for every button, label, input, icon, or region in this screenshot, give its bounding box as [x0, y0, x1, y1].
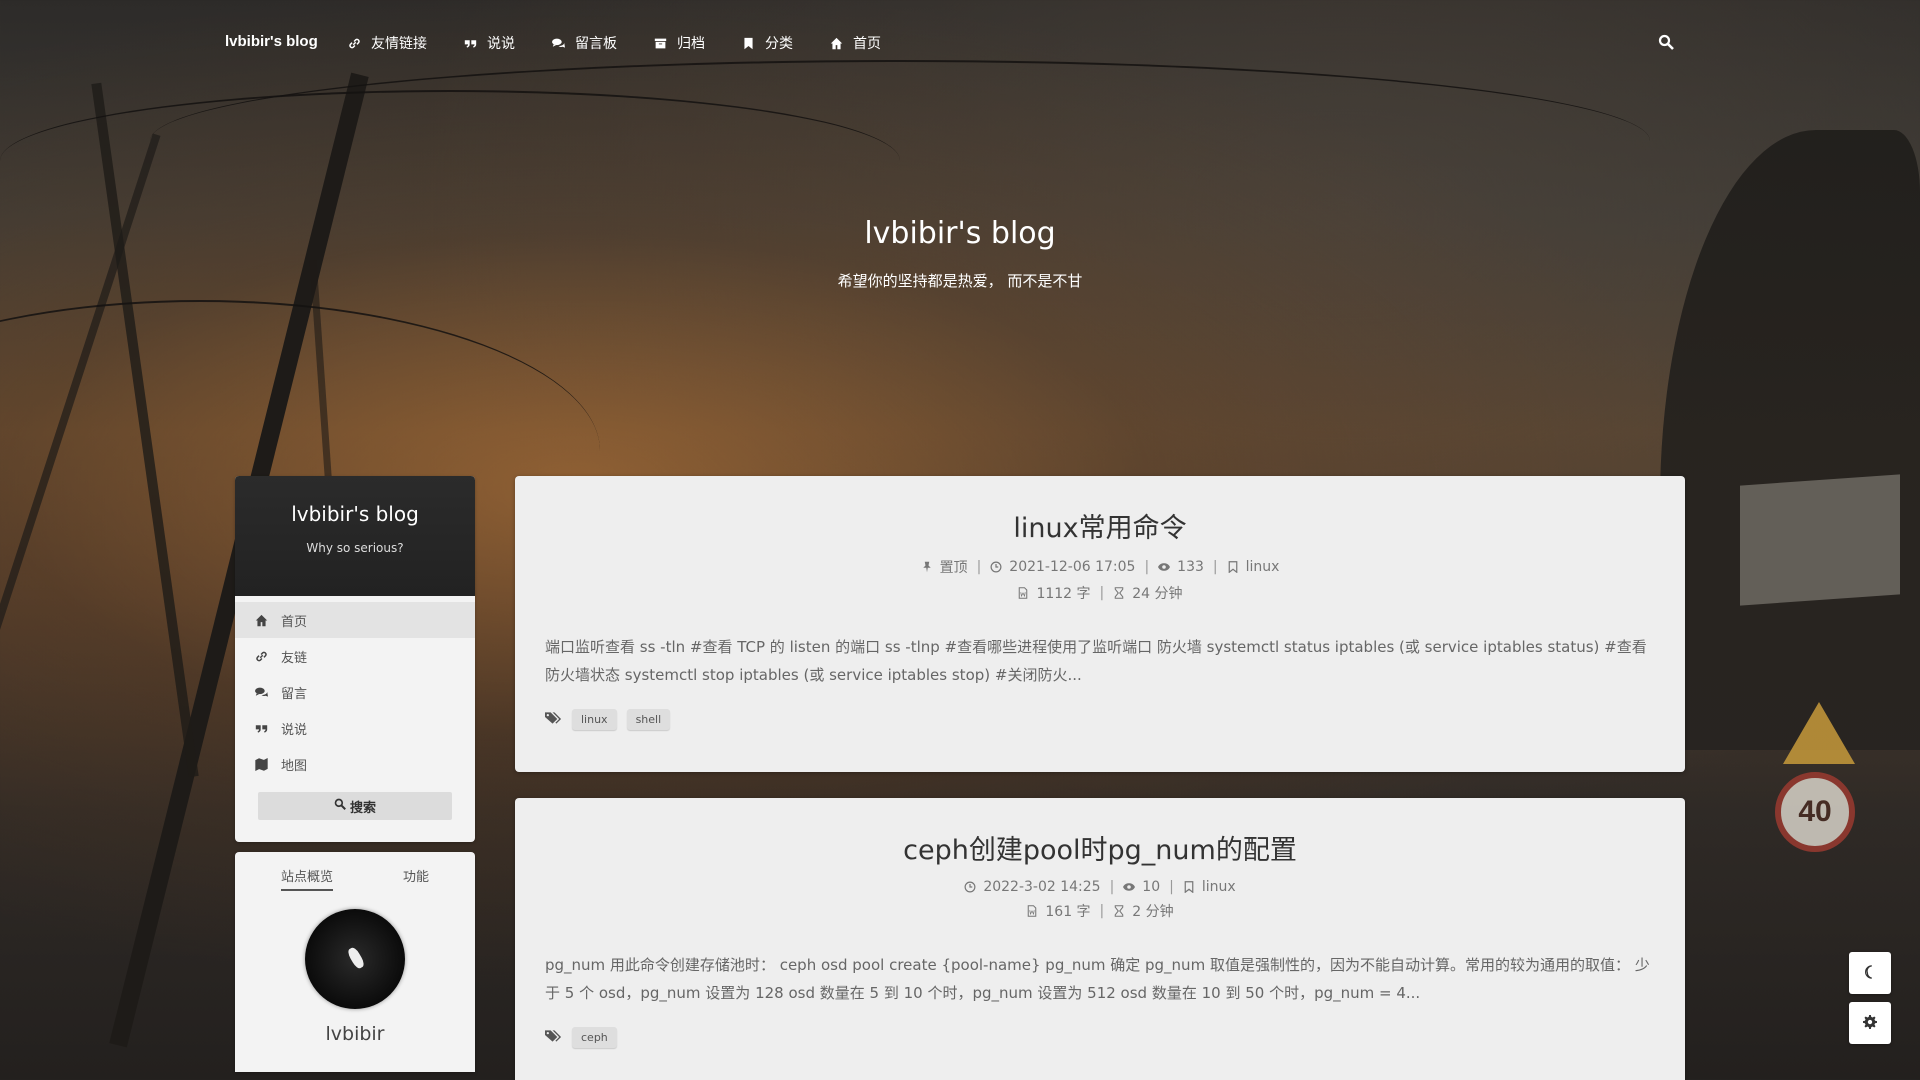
home-icon — [255, 613, 269, 627]
link-icon — [347, 36, 361, 50]
bookmark-icon — [741, 36, 755, 50]
sidebar-item-label: 友链 — [281, 650, 308, 666]
post-views: 10 — [1142, 879, 1161, 895]
hourglass-icon — [1113, 586, 1127, 600]
nav-link-label: 说说 — [487, 36, 515, 52]
search-icon — [1658, 34, 1674, 54]
post-views: 133 — [1177, 559, 1204, 575]
gear-icon — [1863, 1014, 1877, 1033]
post-excerpt: 端口监听查看 ss -tln #查看 TCP 的 listen 的端口 ss -… — [545, 638, 1647, 684]
bookmark-icon — [1183, 880, 1197, 894]
post-read-time: 24 分钟 — [1132, 586, 1183, 602]
pin-icon — [921, 560, 935, 574]
sidebar-item-label: 说说 — [281, 722, 308, 738]
comments-icon — [255, 685, 269, 699]
sidebar-search-button[interactable]: 搜索 — [258, 792, 452, 820]
nav-link-friends[interactable]: 友情链接 — [347, 33, 427, 53]
nav-link-label: 留言板 — [575, 36, 617, 52]
eye-icon — [1123, 880, 1137, 894]
tag-shell[interactable]: shell — [626, 709, 671, 730]
post-date: 2022-3-02 14:25 — [983, 879, 1101, 895]
link-icon — [255, 649, 269, 663]
map-icon — [255, 757, 269, 771]
post-tags: ceph — [545, 1027, 1655, 1048]
sidebar-item-map[interactable]: 地图 — [235, 746, 475, 782]
nav-link-label: 首页 — [853, 36, 881, 52]
theme-toggle-button[interactable] — [1849, 952, 1891, 994]
post-category[interactable]: linux — [1246, 559, 1280, 575]
post-word-count: 1112 字 — [1036, 586, 1091, 602]
sidebar-item-friends[interactable]: 友链 — [235, 638, 475, 674]
sidebar-search-label: 搜索 — [349, 800, 376, 816]
sidebar-brand-header: lvbibir's blog Why so serious? — [235, 476, 475, 596]
nav-link-home[interactable]: 首页 — [829, 33, 881, 53]
quote-icon — [463, 36, 477, 50]
tab-site-overview[interactable]: 站点概览 — [280, 866, 333, 891]
post-title[interactable]: ceph创建pool时pg_num的配置 — [515, 798, 1685, 867]
nav-link-talk[interactable]: 说说 — [463, 33, 515, 53]
post-meta: 2022-3-02 14:25 | 10 | linux — [515, 879, 1685, 895]
sidebar-menu: 首页 友链 留言 说说 地图 — [235, 596, 475, 782]
home-icon — [829, 36, 843, 50]
file-word-icon — [1017, 586, 1031, 600]
post-category[interactable]: linux — [1202, 879, 1236, 895]
site-subtitle: 希望你的坚持都是热爱， 而不是不甘 — [837, 272, 1083, 290]
tab-functions[interactable]: 功能 — [403, 866, 429, 891]
tag-linux[interactable]: linux — [572, 709, 617, 730]
bookmark-icon — [1227, 560, 1241, 574]
moon-icon — [1863, 964, 1877, 983]
sidebar-item-message[interactable]: 留言 — [235, 674, 475, 710]
sidebar: lvbibir's blog Why so serious? 首页 友链 留言 … — [235, 476, 475, 1072]
clock-icon — [964, 880, 978, 894]
sidebar-brand-subtitle: Why so serious? — [306, 541, 404, 555]
sidebar-item-home[interactable]: 首页 — [235, 602, 475, 638]
author-name: lvbibir — [325, 1023, 385, 1045]
settings-button[interactable] — [1849, 1002, 1891, 1044]
post-tags: linux shell — [545, 709, 1655, 730]
post-excerpt: pg_num 用此命令创建存储池时： ceph osd pool create … — [545, 956, 1650, 1002]
post-date: 2021-12-06 17:05 — [1009, 559, 1136, 575]
sidebar-item-label: 首页 — [281, 614, 308, 630]
post-title[interactable]: linux常用命令 — [515, 476, 1685, 545]
file-word-icon — [1026, 904, 1040, 918]
sidebar-overview-card: 站点概览 功能 lvbibir — [235, 852, 475, 1072]
archive-icon — [653, 36, 667, 50]
nav-link-label: 归档 — [677, 36, 705, 52]
nav-link-label: 分类 — [765, 36, 793, 52]
nav-search-button[interactable] — [1658, 34, 1676, 52]
nav-link-archive[interactable]: 归档 — [653, 33, 705, 53]
nav-link-category[interactable]: 分类 — [741, 33, 793, 53]
sidebar-brand-title[interactable]: lvbibir's blog — [235, 476, 475, 526]
post-read-time: 2 分钟 — [1132, 904, 1174, 920]
clock-icon — [990, 560, 1004, 574]
tags-icon — [545, 710, 562, 729]
post-meta-stats: 161 字 | 2 分钟 — [515, 901, 1685, 921]
top-navbar: lvbibir's blog 友情链接 说说 留言板 归档 分类 首页 — [0, 0, 1920, 86]
post-pinned: 置顶 — [939, 560, 968, 576]
comments-icon — [551, 36, 565, 50]
nav-link-guestbook[interactable]: 留言板 — [551, 33, 617, 53]
post-word-count: 161 字 — [1045, 904, 1091, 920]
post-meta-stats: 1112 字 | 24 分钟 — [515, 583, 1685, 603]
nav-link-label: 友情链接 — [371, 36, 427, 52]
eye-icon — [1158, 560, 1172, 574]
nav-links: 友情链接 说说 留言板 归档 分类 首页 — [347, 33, 917, 53]
sidebar-item-talk[interactable]: 说说 — [235, 710, 475, 746]
tag-ceph[interactable]: ceph — [572, 1027, 617, 1048]
post-meta: 置顶 | 2021-12-06 17:05 | 133 | linux — [515, 557, 1685, 577]
site-title: lvbibir's blog — [864, 216, 1056, 251]
search-icon — [334, 798, 350, 814]
hourglass-icon — [1113, 904, 1127, 918]
sidebar-brand-card: lvbibir's blog Why so serious? 首页 友链 留言 … — [235, 476, 475, 842]
avatar[interactable] — [305, 909, 405, 1009]
tags-icon — [545, 1028, 562, 1047]
nav-brand[interactable]: lvbibir's blog — [225, 33, 318, 50]
post-card: ceph创建pool时pg_num的配置 2022-3-02 14:25 | 1… — [515, 798, 1685, 1080]
post-card: linux常用命令 置顶 | 2021-12-06 17:05 | 133 | … — [515, 476, 1685, 772]
sidebar-item-label: 留言 — [281, 686, 308, 702]
quote-icon — [255, 721, 269, 735]
sidebar-item-label: 地图 — [281, 758, 308, 774]
overview-tabs: 站点概览 功能 — [235, 852, 475, 891]
